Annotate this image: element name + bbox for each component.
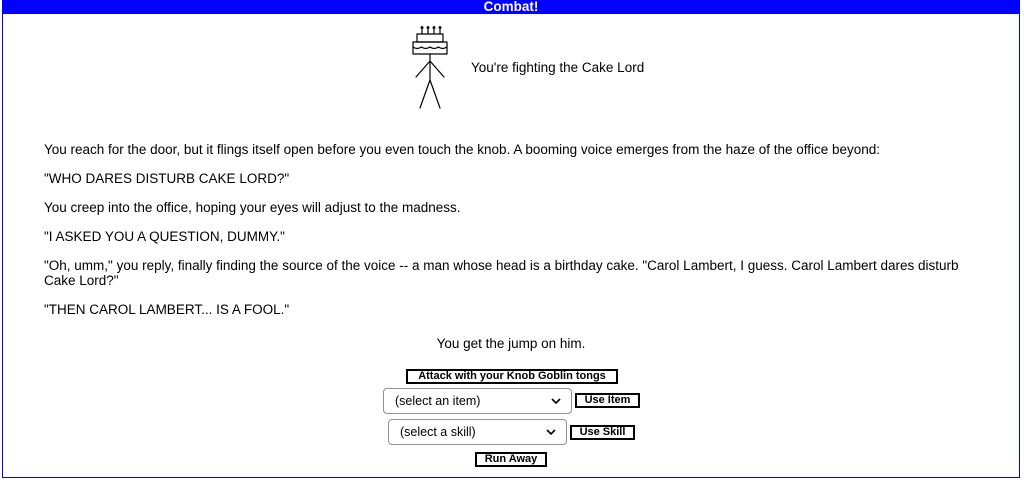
item-select-value: (select an item) [395, 394, 481, 408]
story-paragraph: You reach for the door, but it flings it… [44, 142, 881, 157]
skill-select[interactable]: (select a skill) [388, 419, 567, 445]
item-select[interactable]: (select an item) [383, 388, 572, 414]
story-paragraph: You creep into the office, hoping your e… [44, 200, 461, 215]
story-paragraph: "Oh, umm," you reply, finally finding th… [44, 258, 959, 288]
use-skill-button[interactable]: Use Skill [570, 425, 635, 440]
story-paragraph: "THEN CAROL LAMBERT... IS A FOOL." [44, 302, 290, 317]
monster-name: You're fighting the Cake Lord [471, 60, 645, 75]
combat-story: You reach for the door, but it flings it… [44, 142, 984, 331]
title-bar: Combat! [3, 1, 1019, 14]
combat-status: You get the jump on him. [436, 336, 586, 351]
combat-frame: Combat! You're fighting the Cake Lord Yo… [2, 0, 1020, 478]
cake-lord-stick-figure-icon [412, 25, 448, 109]
attack-button[interactable]: Attack with your Knob Goblin tongs [406, 369, 618, 384]
chevron-down-icon [546, 429, 556, 436]
use-item-button[interactable]: Use Item [575, 393, 640, 408]
run-away-button[interactable]: Run Away [475, 452, 547, 467]
chevron-down-icon [551, 398, 561, 405]
story-paragraph: "WHO DARES DISTURB CAKE LORD?" [44, 171, 290, 186]
story-paragraph: "I ASKED YOU A QUESTION, DUMMY." [44, 229, 285, 244]
skill-select-value: (select a skill) [400, 425, 476, 439]
